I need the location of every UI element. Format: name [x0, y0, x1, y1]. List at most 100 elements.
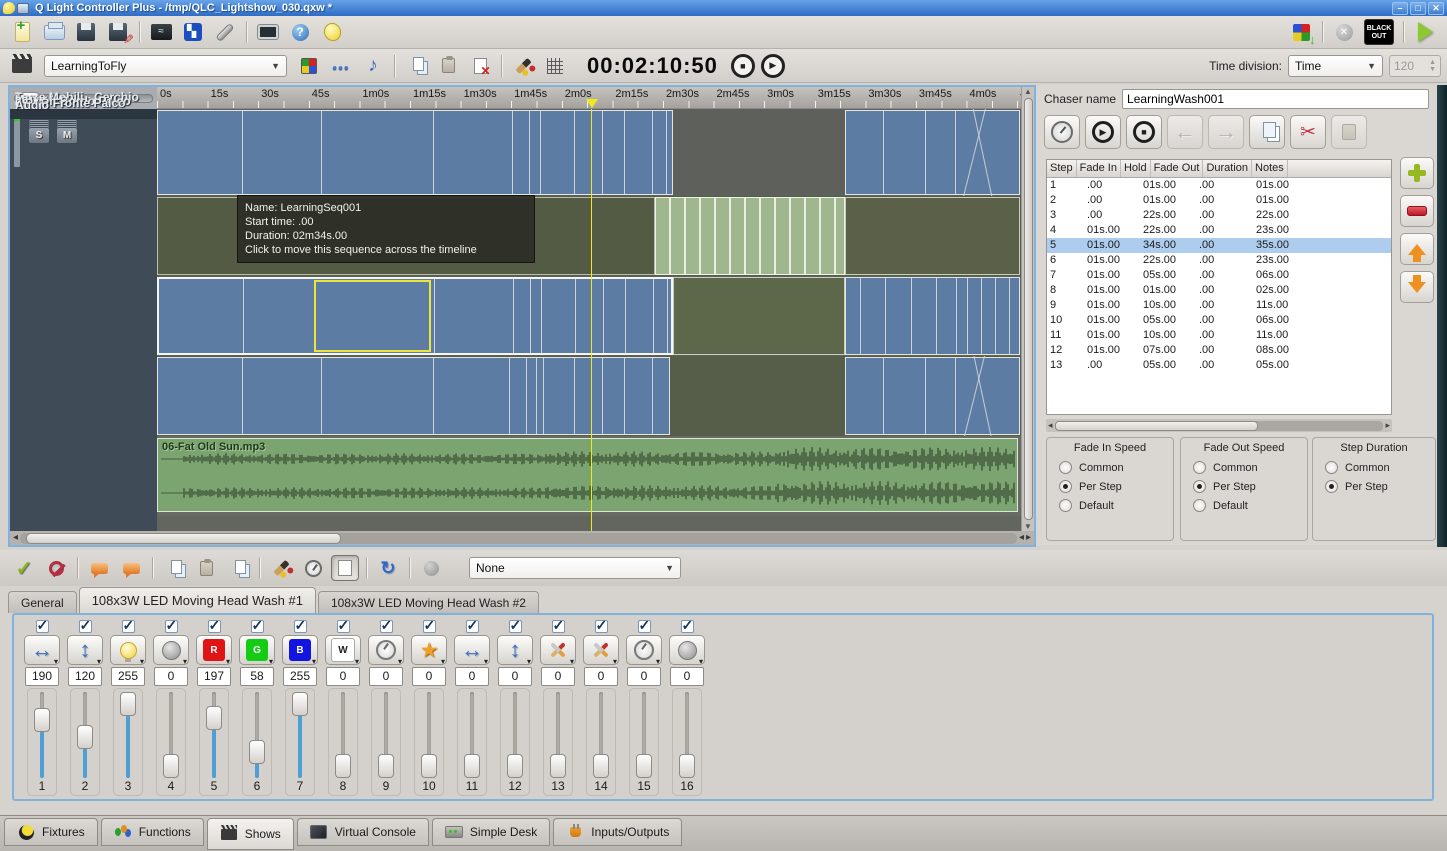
fader-handle[interactable]	[507, 754, 523, 778]
operate-mode-icon[interactable]	[1411, 19, 1439, 45]
fader-handle[interactable]	[679, 754, 695, 778]
channel-fader[interactable]	[335, 692, 351, 778]
dmx-monitor-icon[interactable]	[147, 19, 175, 45]
channel-tool-button[interactable]: ▾	[153, 635, 189, 665]
table-row[interactable]: 1 .00 01s.00 .00 01s.00	[1047, 178, 1391, 193]
channel-tool-button[interactable]: ▾	[669, 635, 705, 665]
table-row[interactable]: 10 01s.00 05s.00 .00 06s.00	[1047, 313, 1391, 328]
window-menu-icon[interactable]	[17, 3, 29, 14]
blind-mode-icon[interactable]	[331, 555, 359, 581]
channel-enable-checkbox[interactable]	[423, 620, 436, 633]
channel-fader[interactable]	[206, 692, 222, 778]
channel-value-input[interactable]: 0	[541, 667, 575, 686]
speed-dial-clock-button[interactable]	[1044, 115, 1080, 149]
channel-value-input[interactable]: 0	[369, 667, 403, 686]
main-tab[interactable]: Virtual Console	[297, 818, 429, 846]
channel-value-input[interactable]: 255	[111, 667, 145, 686]
play-show-button[interactable]: ▶	[761, 54, 785, 78]
fader-handle[interactable]	[292, 692, 308, 716]
channel-enable-checkbox[interactable]	[122, 620, 135, 633]
move-step-up-icon[interactable]	[1400, 233, 1434, 265]
radio-option[interactable]: Common	[1047, 458, 1173, 477]
move-step-down-icon[interactable]	[1400, 271, 1434, 303]
channel-enable-checkbox[interactable]	[638, 620, 651, 633]
channel-tool-button[interactable]: ▾	[110, 635, 146, 665]
mute-button[interactable]: M	[56, 127, 78, 144]
channel-tool-button[interactable]: ▾	[325, 635, 361, 665]
fader-handle[interactable]	[163, 754, 179, 778]
channel-fader[interactable]	[550, 692, 566, 778]
fader-handle[interactable]	[335, 754, 351, 778]
table-header[interactable]: Duration	[1203, 160, 1252, 177]
table-header[interactable]: Notes	[1252, 160, 1288, 177]
channel-enable-checkbox[interactable]	[294, 620, 307, 633]
table-row[interactable]: 3 .00 22s.00 .00 22s.00	[1047, 208, 1391, 223]
stop-show-button[interactable]: ■	[731, 54, 755, 78]
sequence-block[interactable]	[845, 357, 1020, 435]
color-icon[interactable]	[509, 53, 537, 79]
channel-enable-checkbox[interactable]	[36, 620, 49, 633]
channel-fader[interactable]	[593, 692, 609, 778]
scroll-up-icon[interactable]: ▲	[1024, 87, 1032, 96]
show-selector[interactable]: LearningToFly▼	[44, 55, 287, 77]
stop-button[interactable]	[1126, 115, 1162, 149]
copy-channels-icon[interactable]	[160, 555, 188, 581]
channel-value-input[interactable]: 120	[68, 667, 102, 686]
help-icon[interactable]	[286, 19, 314, 45]
delete-icon[interactable]	[466, 53, 494, 79]
sequence-block[interactable]	[845, 197, 1020, 275]
main-tab[interactable]: Inputs/Outputs	[553, 818, 682, 846]
table-row[interactable]: 2 .00 01s.00 .00 01s.00	[1047, 193, 1391, 208]
fader-handle[interactable]	[34, 708, 50, 732]
channel-enable-checkbox[interactable]	[79, 620, 92, 633]
confirm-icon[interactable]	[10, 555, 38, 581]
maximize-button[interactable]: □	[1410, 2, 1426, 15]
channel-enable-checkbox[interactable]	[681, 620, 694, 633]
scene-icon[interactable]	[295, 53, 323, 79]
radio-icon[interactable]	[1193, 499, 1206, 512]
main-tab[interactable]: Fixtures	[4, 818, 98, 846]
channel-tool-button[interactable]: ▾	[454, 635, 490, 665]
clone-icon[interactable]	[224, 555, 252, 581]
copy-icon[interactable]	[402, 53, 430, 79]
radio-icon[interactable]	[1059, 461, 1072, 474]
sequence-block[interactable]	[157, 357, 670, 435]
grid-icon[interactable]	[541, 53, 569, 79]
playhead-marker-icon[interactable]	[586, 99, 598, 108]
radio-option[interactable]: Per Step	[1047, 477, 1173, 496]
channel-tool-button[interactable]: ▾	[497, 635, 533, 665]
channel-enable-checkbox[interactable]	[509, 620, 522, 633]
next-step-button[interactable]	[1208, 115, 1244, 149]
paste-channels-icon[interactable]	[192, 555, 220, 581]
save-icon[interactable]	[72, 19, 100, 45]
chaser-step-table[interactable]: StepFade InHoldFade OutDurationNotes 1 .…	[1046, 159, 1392, 415]
timeline-vertical-scrollbar[interactable]: ▲ ▼	[1021, 87, 1034, 531]
channel-value-input[interactable]: 0	[670, 667, 704, 686]
channel-tool-button[interactable]: ▾	[67, 635, 103, 665]
fixture-manager-icon[interactable]	[179, 19, 207, 45]
channel-value-input[interactable]: 0	[154, 667, 188, 686]
channel-enable-checkbox[interactable]	[380, 620, 393, 633]
channel-enable-checkbox[interactable]	[595, 620, 608, 633]
table-header[interactable]: Hold	[1121, 160, 1151, 177]
paste-icon[interactable]	[434, 53, 462, 79]
audio-block[interactable]: 06-Fat Old Sun.mp3	[157, 438, 1018, 512]
radio-option[interactable]: Per Step	[1313, 477, 1435, 496]
minimize-button[interactable]: –	[1392, 2, 1408, 15]
table-row[interactable]: 11 01s.00 10s.00 .00 11s.00	[1047, 328, 1391, 343]
channel-value-input[interactable]: 0	[412, 667, 446, 686]
radio-icon[interactable]	[1059, 499, 1072, 512]
track-header[interactable]: S M Audio	[10, 117, 157, 119]
sequence-block[interactable]	[157, 110, 673, 195]
fixture-tab[interactable]: General	[8, 591, 77, 613]
titlebar[interactable]: Q Light Controller Plus - /tmp/QLC_Light…	[0, 0, 1447, 16]
channel-tool-button[interactable]: ▾	[196, 635, 232, 665]
table-header[interactable]: Fade Out	[1151, 160, 1204, 177]
table-header[interactable]: Fade In	[1077, 160, 1121, 177]
channel-tool-button[interactable]: ▾	[583, 635, 619, 665]
fader-handle[interactable]	[421, 754, 437, 778]
fader-handle[interactable]	[593, 754, 609, 778]
selected-step-outline[interactable]	[314, 280, 431, 352]
new-document-icon[interactable]	[8, 19, 36, 45]
table-row[interactable]: 5 01s.00 34s.00 .00 35s.00	[1047, 238, 1391, 253]
